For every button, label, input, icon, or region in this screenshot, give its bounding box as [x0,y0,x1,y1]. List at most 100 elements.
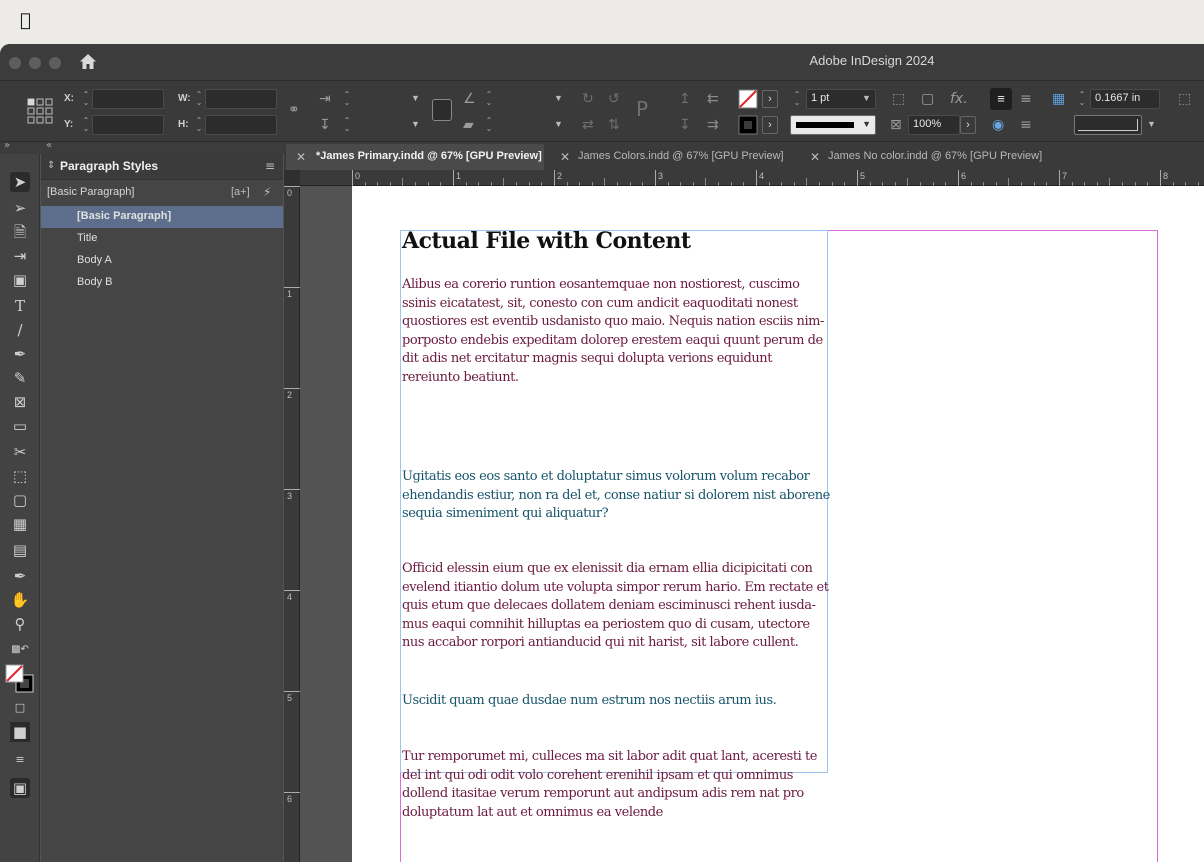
link-scale-icon[interactable] [432,99,452,121]
flip-horizontal-icon[interactable]: ⇄ [582,117,594,133]
horizontal-ruler[interactable]: 0 1 2 3 4 5 6 7 8 [300,170,1204,186]
stroke-type-dropdown[interactable]: ▼ [790,115,876,135]
stroke-swatch[interactable] [738,115,758,135]
select-content-icon[interactable]: ↧ [679,117,691,133]
align-top-edge-icon[interactable]: ≡ [990,88,1012,110]
effects-icon[interactable]: fx. [950,91,968,107]
gap-tool-icon[interactable]: ⇥ [10,246,30,266]
opacity-field[interactable]: 100% [908,115,960,135]
quick-apply-icon[interactable]: ⚡ [263,185,271,199]
note-tool-icon[interactable]: ▤ [10,540,30,560]
h-stepper[interactable]: ⌃ ⌄ [195,117,203,133]
content-collector-tool-icon[interactable]: ▣ [10,270,30,290]
pencil-tool-icon[interactable]: ✎ [10,368,30,388]
select-container-icon[interactable]: ↥ [679,91,691,107]
shear-stepper[interactable]: ⌃ ⌄ [485,117,493,133]
style-list-item[interactable]: Title [41,228,283,250]
ruler-tick [554,170,555,186]
panel-menu-icon[interactable]: ≡ [265,159,275,173]
current-style-row: [Basic Paragraph] [a+] ⚡ [41,182,283,204]
y-stepper[interactable]: ⌃ ⌄ [82,117,90,133]
x-stepper[interactable]: ⌃ ⌄ [82,91,90,107]
zoom-tool-icon[interactable]: ⚲ [10,614,30,634]
default-fill-stroke-icon[interactable]: ▩↶ [10,640,30,660]
gradient-swatch-tool-icon[interactable]: ▢ [10,490,30,510]
opacity-menu-button[interactable]: › [960,116,976,134]
corner-shape-dropdown-icon[interactable]: ▼ [1147,119,1156,129]
gradient-feather-tool-icon[interactable]: ▦ [10,514,30,534]
w-stepper[interactable]: ⌃ ⌄ [195,91,203,107]
rotate-cw-icon[interactable]: ↻ [582,91,594,107]
x-field[interactable] [92,89,164,109]
apply-color-icon[interactable]: ■ [10,722,30,742]
object-style-icon[interactable]: ◉ [992,117,1004,133]
select-previous-object-icon[interactable]: ⇇ [707,91,719,107]
drop-shadow-icon[interactable]: ▢ [921,91,934,107]
scissors-tool-icon[interactable]: ✂ [10,442,30,462]
pen-tool-icon[interactable]: ✒ [10,344,30,364]
fill-none-swatch[interactable] [738,89,758,109]
vertical-ruler[interactable]: 0 1 2 3 4 5 6 [284,186,300,862]
screen-mode-icon[interactable]: ▣ [10,778,30,798]
stroke-weight-stepper[interactable]: ⌃ ⌄ [793,91,801,107]
scale-y-stepper[interactable]: ⌃ ⌄ [343,117,351,133]
panel-collapse-icon[interactable]: ⇕ [47,160,55,171]
h-field[interactable] [205,115,277,135]
close-tab-icon[interactable]: ✕ [810,150,820,164]
rotate-ccw-icon[interactable]: ↺ [608,91,620,107]
style-list-item[interactable]: Body A [41,250,283,272]
stroke-weight-dropdown-icon[interactable]: ▼ [862,93,871,103]
close-tab-icon[interactable]: ✕ [560,150,570,164]
type-tool-icon[interactable]: T [10,296,30,316]
tab-james-no-color[interactable]: ✕ James No color.indd @ 67% [GPU Preview… [800,144,1056,170]
frame-fitting-icon[interactable]: ▦ [1052,91,1065,107]
ruler-minor-tick [806,178,808,186]
free-transform-tool-icon[interactable]: ⬚ [10,466,30,486]
text-wrap-icon[interactable]: ≡ [1020,91,1032,107]
select-next-object-icon[interactable]: ⇉ [707,117,719,133]
corner-shape-dropdown[interactable] [1074,115,1142,135]
expand-toolbar-icon[interactable]: » [4,140,10,151]
flip-vertical-icon[interactable]: ⇅ [608,117,620,133]
auto-fit-icon[interactable]: ⬚ [892,91,905,107]
eyedropper-tool-icon[interactable]: ✒ [10,566,30,586]
direct-selection-tool-icon[interactable]: ➢ [10,198,30,218]
constrain-proportions-icon[interactable]: ⚭ [288,102,300,118]
hand-tool-icon[interactable]: ✋ [10,590,30,610]
close-tab-icon[interactable]: ✕ [296,150,306,164]
rotate-angle-icon: ∠ [463,91,476,107]
rectangle-tool-icon[interactable]: ▭ [10,416,30,436]
style-list-item[interactable]: [Basic Paragraph] [41,206,283,228]
style-list-item[interactable]: Body B [41,272,283,294]
ruler-label: 0 [287,188,293,198]
fill-stroke-swatch-icon[interactable] [5,664,35,694]
shear-dropdown-icon[interactable]: ▼ [554,119,563,129]
page-tool-icon[interactable]: 🗎 [10,222,30,242]
formatting-container-icon[interactable]: □ T [10,698,30,734]
align-center-icon[interactable]: ≡ [1020,117,1032,133]
panel-options-icon[interactable]: ⬚ [1178,91,1191,107]
rotate-dropdown-icon[interactable]: ▼ [554,93,563,103]
reference-point-icon[interactable] [26,97,54,125]
line-tool-icon[interactable]: ∕ [10,320,30,340]
rotate-stepper[interactable]: ⌃ ⌄ [485,91,493,107]
collapse-panel-icon[interactable]: « [46,140,52,151]
new-style-badge-icon[interactable]: [a+] [231,186,250,198]
ruler-tick [284,388,300,389]
tab-james-primary[interactable]: ✕ *James Primary.indd @ 67% [GPU Preview… [286,144,544,170]
apple-icon[interactable]:  [20,10,31,31]
fill-swatch-menu-button[interactable]: › [762,90,778,108]
rectangle-frame-tool-icon[interactable]: ⊠ [10,392,30,412]
offset-stepper[interactable]: ⌃ ⌄ [1078,91,1086,107]
apply-none-icon[interactable]: ≡ [10,750,30,770]
scale-x-stepper[interactable]: ⌃ ⌄ [343,91,351,107]
w-field[interactable] [205,89,277,109]
y-field[interactable] [92,115,164,135]
offset-field[interactable]: 0.1667 in [1090,89,1160,109]
stroke-swatch-menu-button[interactable]: › [762,116,778,134]
scale-y-dropdown-icon[interactable]: ▼ [411,119,420,129]
scale-x-dropdown-icon[interactable]: ▼ [411,93,420,103]
selection-tool-icon[interactable]: ➤ [10,172,30,192]
tab-james-colors[interactable]: ✕ James Colors.indd @ 67% [GPU Preview] [550,144,794,170]
document-canvas[interactable]: Actual File with Content Alibus ea corer… [300,186,1204,862]
